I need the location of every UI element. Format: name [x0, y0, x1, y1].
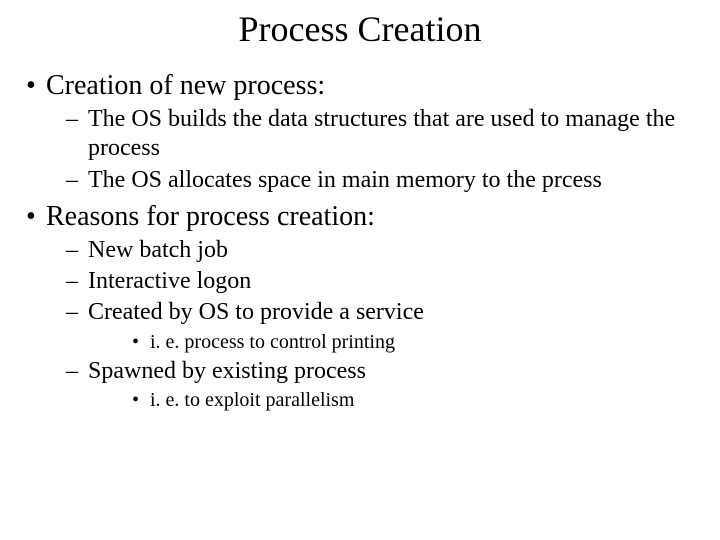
sub-item: Interactive logon — [46, 267, 700, 296]
subsub-list: i. e. to exploit parallelism — [88, 388, 700, 413]
bullet-text: Reasons for process creation: — [46, 201, 375, 232]
sub-list: New batch job Interactive logon Created … — [46, 236, 700, 413]
sub-text: The OS builds the data structures that a… — [88, 106, 675, 161]
bullet-list: Creation of new process: The OS builds t… — [20, 68, 700, 413]
sub-list: The OS builds the data structures that a… — [46, 105, 700, 195]
sub-item: The OS allocates space in main memory to… — [46, 166, 700, 195]
subsub-text: i. e. process to control printing — [150, 331, 395, 353]
sub-text: Spawned by existing process — [88, 358, 366, 384]
slide-title: Process Creation — [20, 8, 700, 50]
bullet-item: Reasons for process creation: New batch … — [20, 199, 700, 413]
sub-text: Created by OS to provide a service — [88, 299, 424, 325]
sub-text: The OS allocates space in main memory to… — [88, 167, 602, 193]
bullet-item: Creation of new process: The OS builds t… — [20, 68, 700, 195]
slide: Process Creation Creation of new process… — [0, 0, 720, 540]
sub-item: New batch job — [46, 236, 700, 265]
bullet-text: Creation of new process: — [46, 70, 325, 101]
subsub-item: i. e. process to control printing — [88, 330, 700, 355]
subsub-text: i. e. to exploit parallelism — [150, 389, 354, 411]
sub-item: Created by OS to provide a service i. e.… — [46, 298, 700, 354]
sub-item: The OS builds the data structures that a… — [46, 105, 700, 164]
subsub-list: i. e. process to control printing — [88, 330, 700, 355]
sub-text: New batch job — [88, 237, 228, 263]
sub-item: Spawned by existing process i. e. to exp… — [46, 357, 700, 413]
sub-text: Interactive logon — [88, 268, 251, 294]
subsub-item: i. e. to exploit parallelism — [88, 388, 700, 413]
